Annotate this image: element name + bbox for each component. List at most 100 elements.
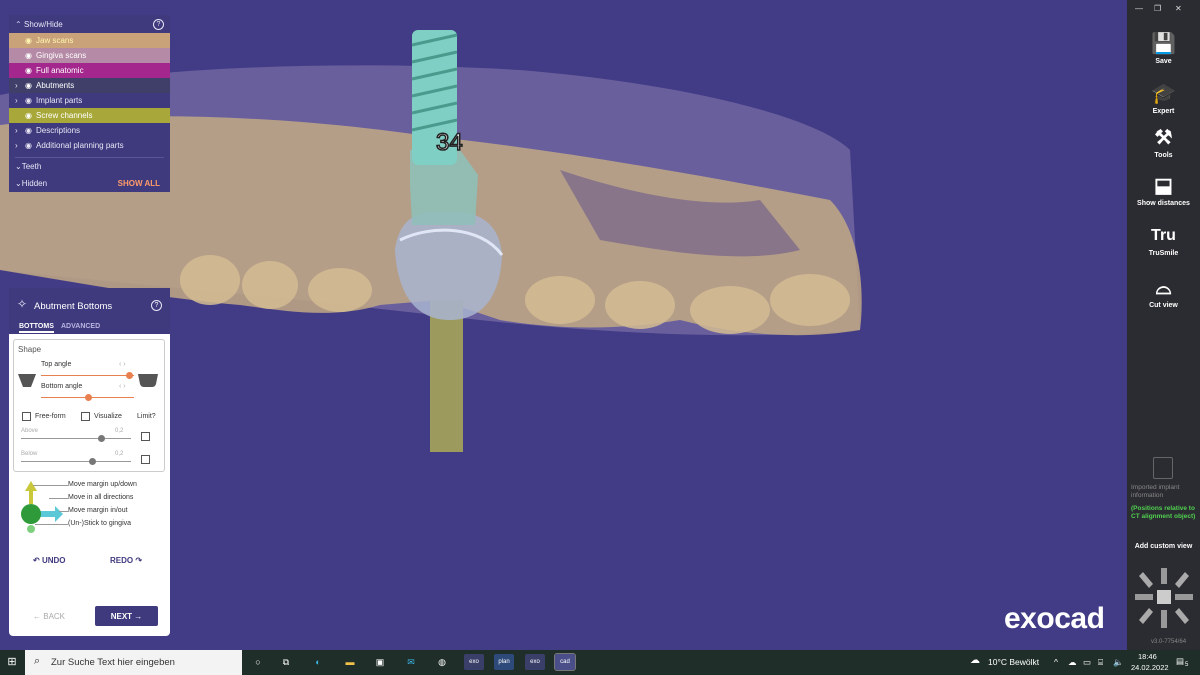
cloud-weather-icon[interactable]: ☁ (970, 655, 980, 666)
help-icon[interactable]: ? (151, 300, 162, 311)
above-limit-checkbox[interactable] (141, 432, 150, 441)
below-limit-checkbox[interactable] (141, 455, 150, 464)
show-all-button[interactable]: SHOW ALL (118, 179, 160, 188)
chevron-right-icon[interactable]: › (15, 126, 25, 135)
imported-info-label: Imported implant information (1131, 484, 1180, 499)
above-slider[interactable] (21, 438, 131, 439)
tab-advanced[interactable]: ADVANCED (61, 323, 100, 330)
stepper-arrows[interactable]: ‹ › (119, 383, 126, 390)
tab-bottoms[interactable]: BOTTOMS (19, 323, 54, 333)
store-icon[interactable]: ▣ (372, 654, 388, 670)
row-label: Descriptions (36, 126, 81, 135)
next-label: NEXT (110, 611, 133, 621)
restore-icon[interactable]: ❐ (1154, 4, 1161, 13)
eye-icon[interactable]: ◉ (25, 141, 36, 150)
trusmile-button[interactable]: Tru TruSmile (1127, 224, 1200, 257)
task-view-icon[interactable]: ⧉ (278, 654, 294, 670)
notification-icon[interactable]: ▤ (1176, 656, 1184, 667)
chevron-right-icon[interactable]: › (15, 81, 25, 90)
row-full-anatomic[interactable]: ◉ Full anatomic (9, 63, 170, 78)
help-icon[interactable]: ? (153, 19, 164, 30)
stepper-arrows[interactable]: ‹ › (119, 361, 126, 368)
legend-move-all: Move in all directions (68, 494, 134, 501)
top-angle-slider[interactable] (41, 375, 134, 376)
below-knob[interactable] (89, 458, 96, 465)
minimize-icon[interactable]: — (1135, 4, 1143, 13)
above-knob[interactable] (98, 435, 105, 442)
eye-icon[interactable]: ◉ (25, 111, 36, 120)
eye-icon[interactable]: ◉ (25, 126, 36, 135)
expert-button[interactable]: 🎓 Expert (1127, 82, 1200, 115)
add-custom-view-button[interactable]: Add custom view (1127, 543, 1200, 550)
row-additional-planning-parts[interactable]: › ◉ Additional planning parts (9, 138, 170, 153)
back-button[interactable]: ← BACK (33, 612, 65, 621)
teeth-toggle[interactable]: ⌄ Teeth (9, 158, 170, 175)
volume-icon[interactable]: 🔈 (1113, 657, 1124, 668)
weather-text[interactable]: 10°C Bewölkt (988, 657, 1039, 667)
view-cube-icon[interactable] (1135, 566, 1193, 632)
document-list-icon[interactable] (1153, 457, 1173, 479)
abutment-bottoms-panel: ✧ Abutment Bottoms ? BOTTOMS ADVANCED Sh… (9, 288, 170, 636)
bottom-angle-shape-icon (138, 374, 158, 387)
next-button[interactable]: NEXT → (95, 606, 158, 626)
file-explorer-icon[interactable]: ▬ (342, 654, 358, 670)
battery-icon[interactable]: ▭ (1083, 657, 1091, 668)
chevron-right-icon[interactable]: › (15, 96, 25, 105)
chevron-down-icon: ⌄ (15, 179, 22, 188)
tooth (180, 255, 240, 305)
network-icon[interactable]: ⌸ (1098, 657, 1103, 668)
clock-date[interactable]: 24.02.2022 (1131, 663, 1169, 672)
hidden-toggle[interactable]: ⌄ Hidden SHOW ALL (9, 175, 170, 192)
taskbar-search[interactable]: ⌕ Zur Suche Text hier eingeben (25, 650, 242, 675)
app-icon[interactable]: ◍ (434, 654, 450, 670)
save-button[interactable]: 💾 Save (1127, 32, 1200, 65)
eye-icon[interactable]: ◉ (25, 81, 36, 90)
row-jaw-scans[interactable]: ◉ Jaw scans (9, 33, 170, 48)
tooth (605, 281, 675, 329)
windows-start-icon[interactable]: ⊞ (4, 654, 20, 670)
redo-icon: ↷ (133, 556, 143, 565)
row-label: Screw channels (36, 111, 93, 120)
redo-button[interactable]: REDO ↷ (110, 556, 142, 565)
expert-label: Expert (1152, 108, 1175, 115)
show-hide-header[interactable]: ⌃ Show/Hide ? (9, 15, 170, 33)
hammer-wrench-icon: ⚒ (1154, 127, 1173, 149)
eye-icon[interactable]: ◉ (25, 51, 36, 60)
eye-icon[interactable]: ◉ (25, 66, 36, 75)
eye-icon[interactable]: ◉ (25, 96, 36, 105)
cloud-icon[interactable]: ☁ (1068, 657, 1077, 668)
cortana-icon[interactable]: ○ (250, 654, 266, 670)
mail-icon[interactable]: ✉ (403, 654, 419, 670)
clock-time[interactable]: 18:46 (1138, 652, 1157, 661)
top-angle-knob[interactable] (126, 372, 134, 379)
tooth-outline-icon: ⌓ (1155, 277, 1172, 299)
abutment-panel-header: ✧ Abutment Bottoms ? BOTTOMS ADVANCED (9, 288, 170, 334)
exo-app-icon[interactable]: exo (464, 654, 484, 670)
row-implant-parts[interactable]: › ◉ Implant parts (9, 93, 170, 108)
top-angle-label: Top angle (41, 361, 72, 368)
cut-view-button[interactable]: ⌓ Cut view (1127, 276, 1200, 309)
tooth (770, 274, 850, 326)
visualize-checkbox[interactable] (81, 412, 90, 421)
chevron-right-icon[interactable]: › (15, 141, 25, 150)
free-form-checkbox[interactable] (22, 412, 31, 421)
below-slider[interactable] (21, 461, 131, 462)
bottom-angle-knob[interactable] (84, 394, 92, 401)
undo-button[interactable]: ↶ UNDO (33, 556, 66, 565)
search-icon: ⌕ (34, 655, 41, 667)
row-screw-channels[interactable]: ◉ Screw channels (9, 108, 170, 123)
show-distances-button[interactable]: ⬓ Show distances (1127, 174, 1200, 207)
plan-app-icon[interactable]: plan (494, 654, 514, 670)
close-icon[interactable]: ✕ (1175, 4, 1182, 13)
cad-app-icon[interactable]: cad (554, 653, 576, 671)
row-label: Additional planning parts (36, 141, 124, 150)
manipulator-gizmo-icon (21, 481, 63, 533)
row-descriptions[interactable]: › ◉ Descriptions (9, 123, 170, 138)
row-gingiva-scans[interactable]: ◉ Gingiva scans (9, 48, 170, 63)
row-abutments[interactable]: › ◉ Abutments (9, 78, 170, 93)
tools-button[interactable]: ⚒ Tools (1127, 126, 1200, 159)
eye-icon[interactable]: ◉ (25, 36, 36, 45)
edge-browser-icon[interactable]: ◐ (310, 654, 326, 670)
exo-app-icon[interactable]: exo (525, 654, 545, 670)
chevron-up-icon[interactable]: ^ (1054, 657, 1058, 667)
